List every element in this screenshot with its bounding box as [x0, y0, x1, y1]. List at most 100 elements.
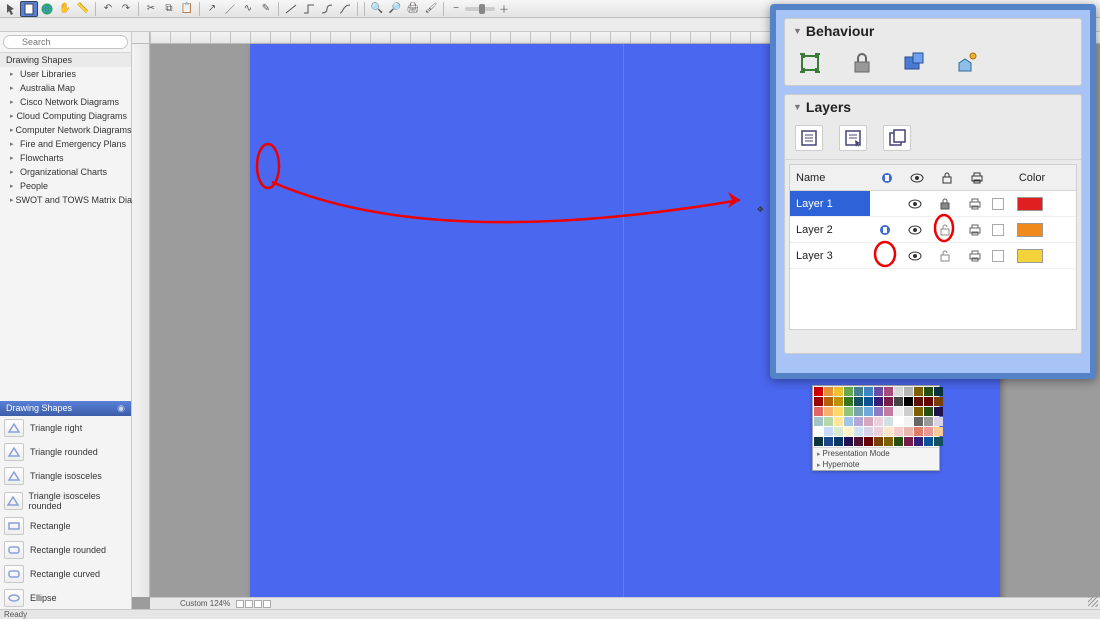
shape-item[interactable]: Rectangle rounded	[0, 538, 131, 562]
hand-tool[interactable]: ✋	[56, 1, 74, 17]
color-swatch[interactable]	[934, 407, 943, 416]
zoom-step-btn[interactable]	[245, 600, 253, 608]
color-swatch[interactable]	[864, 407, 873, 416]
color-swatch[interactable]	[864, 437, 873, 446]
select-layer-button[interactable]	[839, 125, 867, 151]
color-palette-panel[interactable]: Presentation Mode Hypernote	[812, 385, 940, 471]
layer-visible-cell[interactable]	[900, 223, 930, 237]
zoom-in-button[interactable]: 🔍	[368, 1, 386, 17]
resize-icon[interactable]	[795, 49, 825, 77]
color-swatch[interactable]	[924, 387, 933, 396]
layer-color-swatch[interactable]	[1005, 249, 1055, 263]
vertical-ruler[interactable]	[132, 44, 150, 597]
zoom-step-btn[interactable]	[263, 600, 271, 608]
color-swatch[interactable]	[844, 417, 853, 426]
color-swatch[interactable]	[874, 417, 883, 426]
color-swatch[interactable]	[824, 387, 833, 396]
color-swatch[interactable]	[894, 397, 903, 406]
color-swatch[interactable]	[824, 427, 833, 436]
color-swatch[interactable]	[924, 437, 933, 446]
shape-item[interactable]: Triangle isosceles	[0, 464, 131, 488]
undo-button[interactable]: ↶	[99, 1, 117, 17]
color-swatch[interactable]	[834, 417, 843, 426]
hypernote-item[interactable]: Hypernote	[813, 459, 939, 470]
color-swatch[interactable]	[924, 407, 933, 416]
ruler-tool[interactable]: 📏	[74, 1, 92, 17]
line-tool[interactable]: ／	[221, 1, 239, 17]
layer-row[interactable]: Layer 3	[790, 243, 1076, 269]
layer-visible-cell[interactable]	[900, 249, 930, 263]
layer-checkbox[interactable]	[990, 198, 1005, 210]
color-swatch[interactable]	[814, 407, 823, 416]
connector-tool-4[interactable]	[336, 1, 354, 17]
zoom-minus[interactable]: −	[447, 1, 465, 17]
color-swatch[interactable]	[834, 437, 843, 446]
zoom-step-btn[interactable]	[236, 600, 244, 608]
cursor-tool[interactable]	[2, 1, 20, 17]
color-swatch[interactable]	[874, 387, 883, 396]
color-swatch[interactable]	[854, 387, 863, 396]
arrow-tool[interactable]: ↗	[203, 1, 221, 17]
color-swatch[interactable]	[834, 387, 843, 396]
layer-active-cell[interactable]	[870, 223, 900, 237]
color-swatch[interactable]	[934, 417, 943, 426]
color-swatch[interactable]	[904, 387, 913, 396]
zoom-slider[interactable]	[465, 7, 495, 11]
layer-lock-cell[interactable]	[930, 249, 960, 263]
color-swatch[interactable]	[904, 397, 913, 406]
layer-print-cell[interactable]	[960, 197, 990, 211]
color-swatch[interactable]	[934, 437, 943, 446]
redo-button[interactable]: ↷	[117, 1, 135, 17]
color-swatch[interactable]	[894, 387, 903, 396]
layers-title[interactable]: Layers	[785, 95, 1081, 119]
layer-row[interactable]: Layer 2	[790, 217, 1076, 243]
library-item[interactable]: Fire and Emergency Plans	[0, 137, 131, 151]
color-swatch[interactable]	[854, 397, 863, 406]
layer-lock-cell[interactable]	[930, 223, 960, 237]
color-swatch[interactable]	[874, 427, 883, 436]
color-swatch[interactable]	[844, 437, 853, 446]
library-item[interactable]: Computer Network Diagrams	[0, 123, 131, 137]
shape-item[interactable]: Triangle isosceles rounded	[0, 488, 131, 514]
color-swatch[interactable]	[814, 427, 823, 436]
color-swatch[interactable]	[874, 437, 883, 446]
library-item[interactable]: People	[0, 179, 131, 193]
library-item[interactable]: User Libraries	[0, 67, 131, 81]
color-swatch[interactable]	[934, 427, 943, 436]
page-tool[interactable]	[20, 1, 38, 17]
print-button[interactable]: 🖨	[404, 1, 422, 17]
curve-tool[interactable]: ∿	[239, 1, 257, 17]
copy-button[interactable]: ⧉	[160, 1, 178, 17]
color-swatch[interactable]	[844, 387, 853, 396]
color-swatch[interactable]	[854, 417, 863, 426]
library-search-input[interactable]	[3, 35, 128, 49]
layer-color-swatch[interactable]	[1005, 197, 1055, 211]
shape-item[interactable]: Rectangle	[0, 514, 131, 538]
globe-tool[interactable]	[38, 1, 56, 17]
color-swatch[interactable]	[864, 387, 873, 396]
lock-icon[interactable]	[847, 49, 877, 77]
color-swatch[interactable]	[894, 407, 903, 416]
cut-button[interactable]: ✂	[142, 1, 160, 17]
zoom-step-btn[interactable]	[254, 600, 262, 608]
layer-color-swatch[interactable]	[1005, 223, 1055, 237]
color-swatch[interactable]	[884, 407, 893, 416]
layer-row[interactable]: Layer 1	[790, 191, 1076, 217]
container-icon[interactable]	[951, 49, 981, 77]
color-swatch[interactable]	[914, 427, 923, 436]
library-item[interactable]: Flowcharts	[0, 151, 131, 165]
library-item[interactable]: Cisco Network Diagrams	[0, 95, 131, 109]
color-swatch[interactable]	[824, 407, 833, 416]
shapes-palette-header[interactable]: Drawing Shapes ◉	[0, 401, 131, 416]
color-swatch[interactable]	[844, 407, 853, 416]
snap-icon[interactable]	[899, 49, 929, 77]
close-icon[interactable]: ◉	[117, 403, 125, 414]
connector-tool-2[interactable]	[300, 1, 318, 17]
color-swatch[interactable]	[904, 407, 913, 416]
color-swatch[interactable]	[844, 397, 853, 406]
library-item[interactable]: Australia Map	[0, 81, 131, 95]
shape-item[interactable]: Triangle rounded	[0, 440, 131, 464]
color-swatch[interactable]	[864, 417, 873, 426]
color-swatch[interactable]	[814, 397, 823, 406]
shape-item[interactable]: Triangle right	[0, 416, 131, 440]
